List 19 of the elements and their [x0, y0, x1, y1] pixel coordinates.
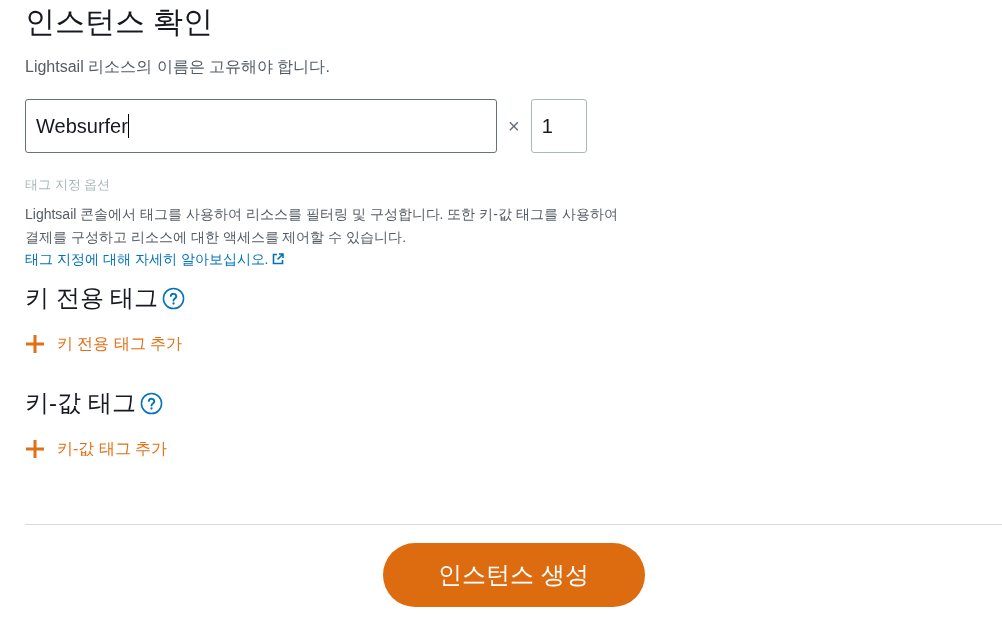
- section-heading: 키-값 태그: [25, 388, 136, 418]
- multiply-sign: ×: [508, 114, 520, 139]
- learn-more-link[interactable]: 태그 지정에 대해 자세히 알아보십시오.: [25, 249, 285, 269]
- name-input-field[interactable]: Websurfer: [25, 99, 497, 153]
- plus-icon: [25, 439, 45, 459]
- page-title: 인스턴스 확인: [25, 4, 214, 40]
- count-input-field[interactable]: 1: [530, 99, 587, 153]
- subtitle: Lightsail 리소스의 이름은 고유해야 합니다.: [25, 57, 330, 77]
- create-instance-button[interactable]: 인스턴스 생성: [382, 543, 645, 607]
- plus-icon: [25, 334, 45, 354]
- text-cursor: [127, 114, 129, 138]
- help-icon[interactable]: [162, 286, 186, 310]
- tagging-description: Lightsail 콘솔에서 태그를 사용하여 리소스를 필터링 및 구성합니다. 또한 키-값 태그를 사용하여 결제를 구성하고 리소스에 대한 액세스를 제어할 수 있습니다.: [25, 205, 619, 247]
- tagging-options-label: 태그 지정 옵션: [25, 176, 111, 194]
- section-heading: 키 전용 태그: [25, 283, 159, 313]
- help-icon[interactable]: [139, 391, 163, 415]
- external-link-icon: [272, 253, 285, 265]
- add-tag-button[interactable]: 키-값 태그 추가: [25, 438, 168, 460]
- add-tag-button[interactable]: 키 전용 태그 추가: [25, 333, 183, 355]
